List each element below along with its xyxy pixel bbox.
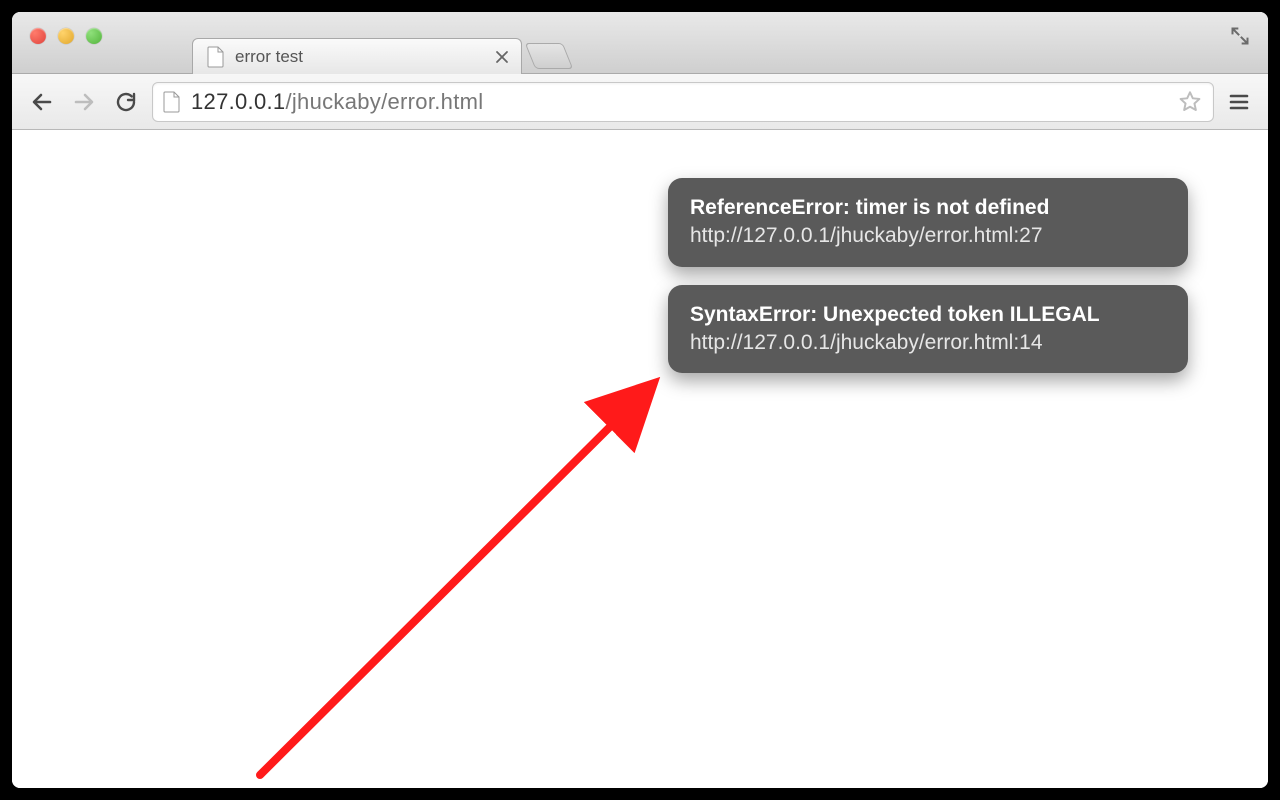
window-controls [30,28,102,44]
error-toast: SyntaxError: Unexpected token ILLEGAL ht… [668,285,1188,374]
tab-close-icon[interactable] [493,48,511,66]
minimize-window-button[interactable] [58,28,74,44]
close-window-button[interactable] [30,28,46,44]
page-viewport: ReferenceError: timer is not defined htt… [12,130,1268,788]
bookmark-star-icon[interactable] [1177,89,1203,115]
browser-tab[interactable]: error test [192,38,522,74]
fullscreen-icon[interactable] [1230,26,1250,46]
page-icon [163,91,181,113]
tab-title: error test [235,47,303,67]
annotation-arrow-icon [250,375,670,785]
forward-button[interactable] [68,86,100,118]
browser-window: error test [12,12,1268,788]
error-toast-detail: http://127.0.0.1/jhuckaby/error.html:14 [690,329,1166,357]
hamburger-menu-icon[interactable] [1224,87,1254,117]
new-tab-button[interactable] [525,43,574,69]
error-toast-detail: http://127.0.0.1/jhuckaby/error.html:27 [690,222,1166,250]
error-toast-title: SyntaxError: Unexpected token ILLEGAL [690,301,1166,329]
url-host: 127.0.0.1 [191,89,285,114]
toolbar: 127.0.0.1/jhuckaby/error.html [12,74,1268,130]
back-button[interactable] [26,86,58,118]
reload-button[interactable] [110,86,142,118]
titlebar: error test [12,12,1268,74]
error-toast: ReferenceError: timer is not defined htt… [668,178,1188,267]
zoom-window-button[interactable] [86,28,102,44]
page-icon [207,46,225,68]
error-toast-stack: ReferenceError: timer is not defined htt… [668,178,1188,373]
error-toast-title: ReferenceError: timer is not defined [690,194,1166,222]
url-text: 127.0.0.1/jhuckaby/error.html [191,89,1167,115]
url-path: /jhuckaby/error.html [285,89,483,114]
address-bar[interactable]: 127.0.0.1/jhuckaby/error.html [152,82,1214,122]
